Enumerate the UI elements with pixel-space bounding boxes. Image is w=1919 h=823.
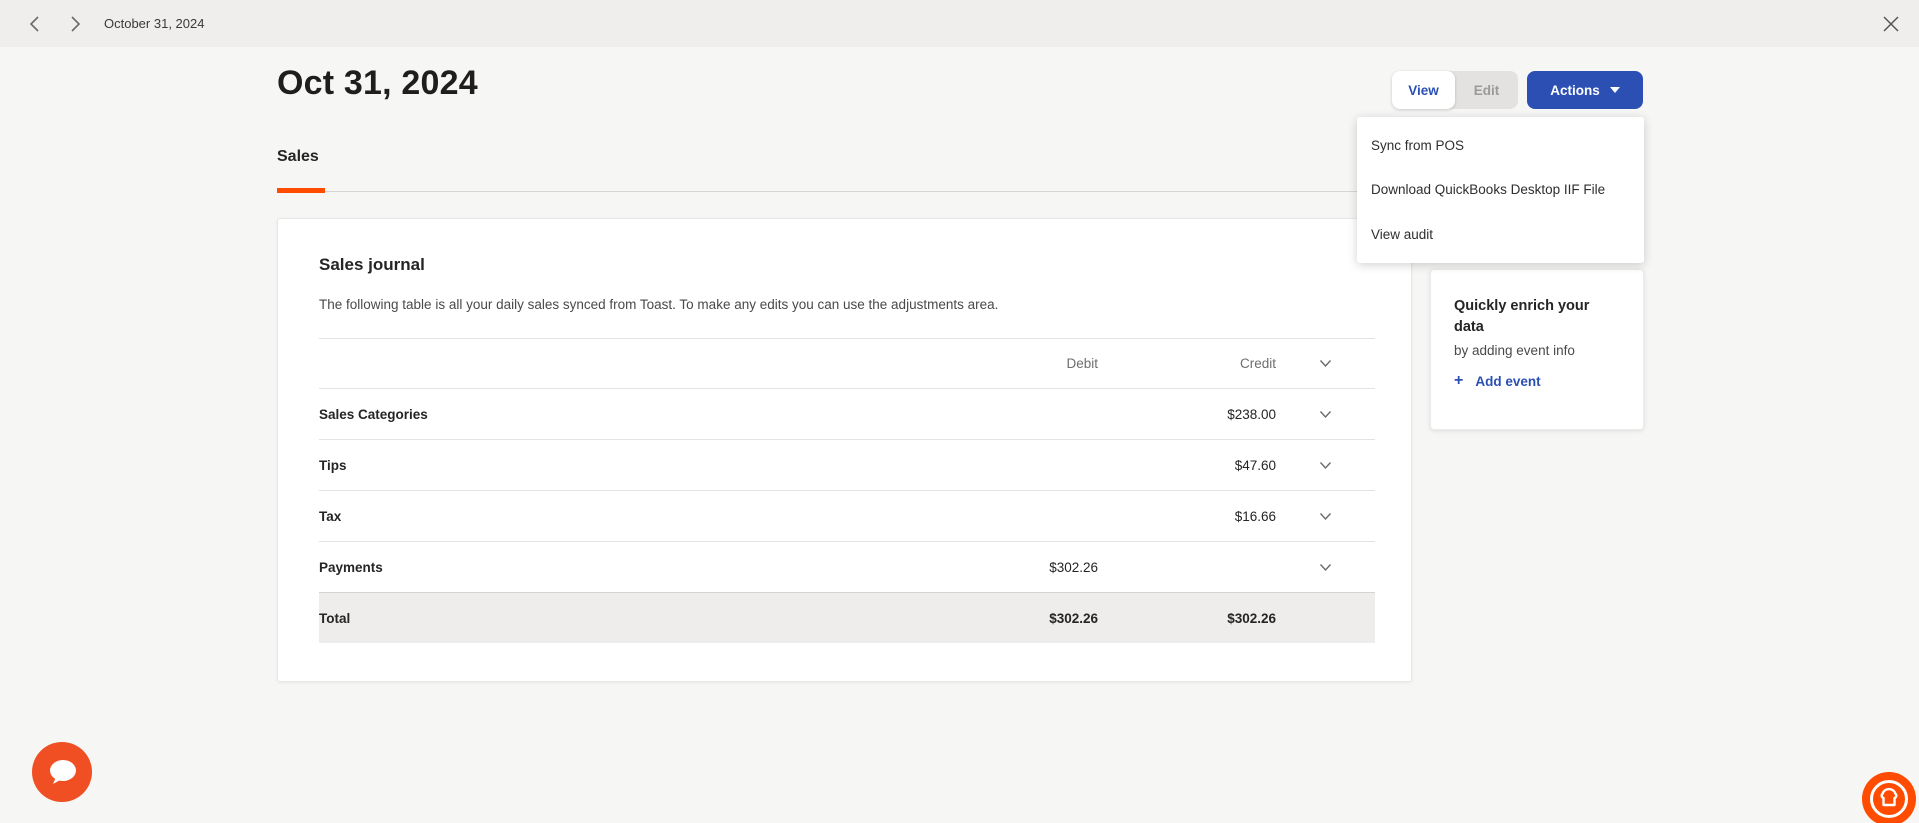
chevron-down-icon bbox=[1319, 359, 1332, 368]
caret-down-icon bbox=[1610, 87, 1620, 93]
row-label: Sales Categories bbox=[319, 407, 918, 422]
total-debit: $302.26 bbox=[918, 611, 1098, 626]
edit-button[interactable]: Edit bbox=[1455, 71, 1518, 109]
sales-journal-table: Debit Credit Sales Categories $238.00 bbox=[319, 338, 1375, 643]
table-row-payments: Payments $302.26 bbox=[319, 541, 1375, 592]
total-label: Total bbox=[319, 611, 918, 626]
add-event-label: Add event bbox=[1475, 374, 1540, 389]
previous-day-button[interactable] bbox=[22, 11, 48, 37]
sales-journal-card: Sales journal The following table is all… bbox=[277, 218, 1412, 682]
chevron-down-icon bbox=[1319, 512, 1332, 521]
actions-button-label: Actions bbox=[1550, 83, 1600, 98]
expand-row-button[interactable] bbox=[1315, 457, 1336, 474]
view-button[interactable]: View bbox=[1392, 71, 1455, 109]
close-icon bbox=[1882, 15, 1900, 33]
expand-row-button[interactable] bbox=[1315, 508, 1336, 525]
row-credit: $47.60 bbox=[1098, 458, 1276, 473]
total-credit: $302.26 bbox=[1098, 611, 1276, 626]
toast-help-icon bbox=[1861, 771, 1917, 823]
enrich-card-subtitle: by adding event info bbox=[1454, 343, 1619, 358]
chevron-down-icon bbox=[1319, 410, 1332, 419]
table-row-sales-categories: Sales Categories $238.00 bbox=[319, 388, 1375, 439]
close-button[interactable] bbox=[1877, 10, 1905, 38]
chat-launcher-button[interactable] bbox=[32, 742, 92, 802]
table-row-total: Total $302.26 $302.26 bbox=[319, 592, 1375, 643]
row-label: Tax bbox=[319, 509, 918, 524]
chevron-right-icon bbox=[68, 16, 82, 32]
tab-sales[interactable]: Sales bbox=[277, 148, 319, 166]
page-title: Oct 31, 2024 bbox=[277, 64, 478, 103]
sales-journal-description: The following table is all your daily sa… bbox=[319, 297, 998, 312]
table-row-tips: Tips $47.60 bbox=[319, 439, 1375, 490]
chevron-down-icon bbox=[1319, 563, 1332, 572]
next-day-button[interactable] bbox=[62, 11, 88, 37]
row-label: Tips bbox=[319, 458, 918, 473]
enrich-card-title: Quickly enrich your data bbox=[1454, 296, 1619, 338]
menu-item-download-iif[interactable]: Download QuickBooks Desktop IIF File bbox=[1357, 168, 1644, 213]
table-row-tax: Tax $16.66 bbox=[319, 490, 1375, 541]
view-edit-toggle: View Edit bbox=[1392, 71, 1518, 109]
topbar-date: October 31, 2024 bbox=[104, 16, 204, 31]
chevron-left-icon bbox=[28, 16, 42, 32]
row-credit: $16.66 bbox=[1098, 509, 1276, 524]
row-credit: $238.00 bbox=[1098, 407, 1276, 422]
menu-item-sync-from-pos[interactable]: Sync from POS bbox=[1357, 123, 1644, 168]
table-header-row: Debit Credit bbox=[319, 338, 1375, 388]
column-header-credit: Credit bbox=[1098, 356, 1276, 371]
expand-row-button[interactable] bbox=[1315, 406, 1336, 423]
actions-button[interactable]: Actions bbox=[1527, 71, 1643, 109]
enrich-data-card: Quickly enrich your data by adding event… bbox=[1430, 269, 1644, 430]
expand-all-button[interactable] bbox=[1315, 355, 1336, 372]
add-event-button[interactable]: + Add event bbox=[1454, 372, 1541, 390]
row-debit: $302.26 bbox=[918, 560, 1098, 575]
row-label: Payments bbox=[319, 560, 918, 575]
sales-journal-title: Sales journal bbox=[319, 255, 425, 275]
tabbar-divider bbox=[277, 191, 1412, 192]
chat-bubble-icon bbox=[32, 742, 92, 802]
tab-sales-active-underline bbox=[277, 188, 325, 193]
top-bar: October 31, 2024 bbox=[0, 0, 1919, 47]
chevron-down-icon bbox=[1319, 461, 1332, 470]
toast-help-button[interactable] bbox=[1861, 771, 1917, 823]
plus-icon: + bbox=[1454, 372, 1463, 390]
menu-item-view-audit[interactable]: View audit bbox=[1357, 212, 1644, 257]
column-header-debit: Debit bbox=[918, 356, 1098, 371]
expand-row-button[interactable] bbox=[1315, 559, 1336, 576]
actions-dropdown-menu: Sync from POS Download QuickBooks Deskto… bbox=[1357, 117, 1644, 263]
